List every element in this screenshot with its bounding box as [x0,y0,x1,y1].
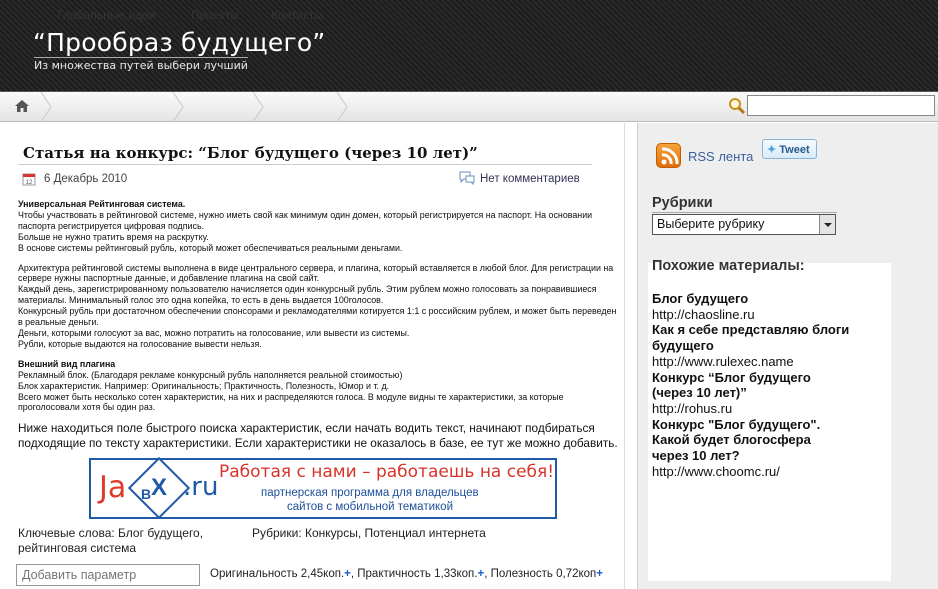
post-date: 6 Декабрь 2010 [44,173,128,185]
banner-logo-x: X [151,474,168,501]
nav-separator [336,92,348,122]
rss-icon[interactable] [656,143,681,168]
body-paragraph: Конкурсный рубль при достаточном обеспеч… [18,306,617,328]
related-item-url: http://www.rulexec.name [652,353,794,369]
body-paragraph: Рубли, которые выдаются на голосование в… [18,338,262,349]
banner-subtitle: сайтов с мобильной тематикой [287,501,453,513]
rss-link[interactable]: RSS лента [688,149,753,164]
body-paragraph: Больше не нужно тратить время на раскрут… [18,231,209,242]
comment-bubble-icon[interactable] [458,171,476,186]
rating-parameters: Оригинальность 2,45коп.+, Практичность 1… [210,568,603,580]
banner-logo-ru: .ru [183,472,219,502]
body-paragraph: Деньги, которыми голосуют за вас, можно … [18,327,410,338]
twitter-bird-icon: ✦ [767,144,777,156]
nav-separator [172,92,184,122]
body-paragraph: В основе системы рейтинговый рубль, кото… [18,242,403,253]
nav-item-global-ideas[interactable]: Глобальные идеи [57,0,156,30]
related-item-title[interactable]: Как я себе представляю блоги будущего [652,322,882,353]
banner-logo-ja: Ja [99,470,127,505]
body-paragraph: Блок характеристик. Например: Оригинальн… [18,380,390,391]
post-title[interactable]: Статья на конкурс: “Блог будущего (через… [23,144,478,162]
search-input[interactable] [747,95,935,116]
banner-subtitle: партнерская программа для владельцев [261,487,479,499]
nav-separator [252,92,264,122]
rubrics-select[interactable]: Выберите рубрику [652,214,836,235]
body-heading: Универсальная Рейтинговая система. [18,199,186,209]
magnifier-icon[interactable] [728,97,746,115]
rubrics-heading: Рубрики [652,195,713,211]
body-paragraph: Рекламный блок. (Благодаря рекламе конку… [18,369,403,380]
related-heading: Похожие материалы: [652,258,805,274]
nav-item-projects[interactable]: Проекты [191,0,239,30]
related-item-title[interactable]: Конкурс "Блог будущего". Какой будет бло… [652,417,842,464]
site-description: Из множества путей выбери лучший [34,57,248,72]
add-parameter-input[interactable] [16,564,200,586]
banner-headline: Работая с нами – работаешь на себя! [219,462,555,482]
chevron-down-icon[interactable] [819,215,835,234]
post-tags[interactable]: Ключевые слова: Блог будущего, рейтингов… [18,526,243,556]
body-paragraph: Чтобы участвовать в рейтинговой системе,… [18,209,593,231]
related-item-title[interactable]: Конкурс “Блог будущего (через 10 лет)” [652,370,832,401]
banner-logo-b: B [141,486,152,502]
site-title[interactable]: “Прообраз будущего” [33,28,325,57]
post-body-large: Ниже находиться поле быстрого поиска хар… [18,421,618,450]
tweet-button[interactable]: ✦ Tweet [762,139,817,159]
related-item-url: http://chaosline.ru [652,306,755,322]
body-paragraph: Каждый день, зарегистрированному пользов… [18,284,597,306]
related-item-url: http://rohus.ru [652,400,733,416]
svg-text:12: 12 [26,180,33,186]
body-heading: Внешний вид плагина [18,358,116,369]
nav-item-contacts[interactable]: Контакты [271,0,323,30]
title-divider [18,164,592,165]
calendar-icon: 12 [22,172,36,186]
related-item-url: http://www.choomc.ru/ [652,463,780,479]
vote-plus-button[interactable]: + [344,568,351,580]
param-label: Практичность 1,33коп. [357,568,478,580]
vote-plus-button[interactable]: + [596,568,603,580]
body-paragraph: Архитектура рейтинговой системы выполнен… [18,262,614,284]
body-paragraph: Всего может быть несколько сотен характе… [18,391,564,413]
ad-banner[interactable]: Ja B X .ru Работая с нами – работаешь на… [89,456,557,520]
post-body: Универсальная Рейтинговая система. Чтобы… [18,199,618,413]
param-label: Оригинальность 2,45коп. [210,568,345,580]
home-icon[interactable] [14,98,30,114]
post-rubrics[interactable]: Рубрики: Конкурсы, Потенциал интернета [252,526,486,540]
related-item-title[interactable]: Блог будущего [652,291,882,307]
param-label: Полезность 0,72коп [490,568,597,580]
rubrics-divider [652,212,837,213]
comments-link[interactable]: Нет комментариев [480,173,580,185]
nav-separator [40,92,52,122]
related-list: Блог будущего http://chaosline.ru Как я … [652,291,882,479]
